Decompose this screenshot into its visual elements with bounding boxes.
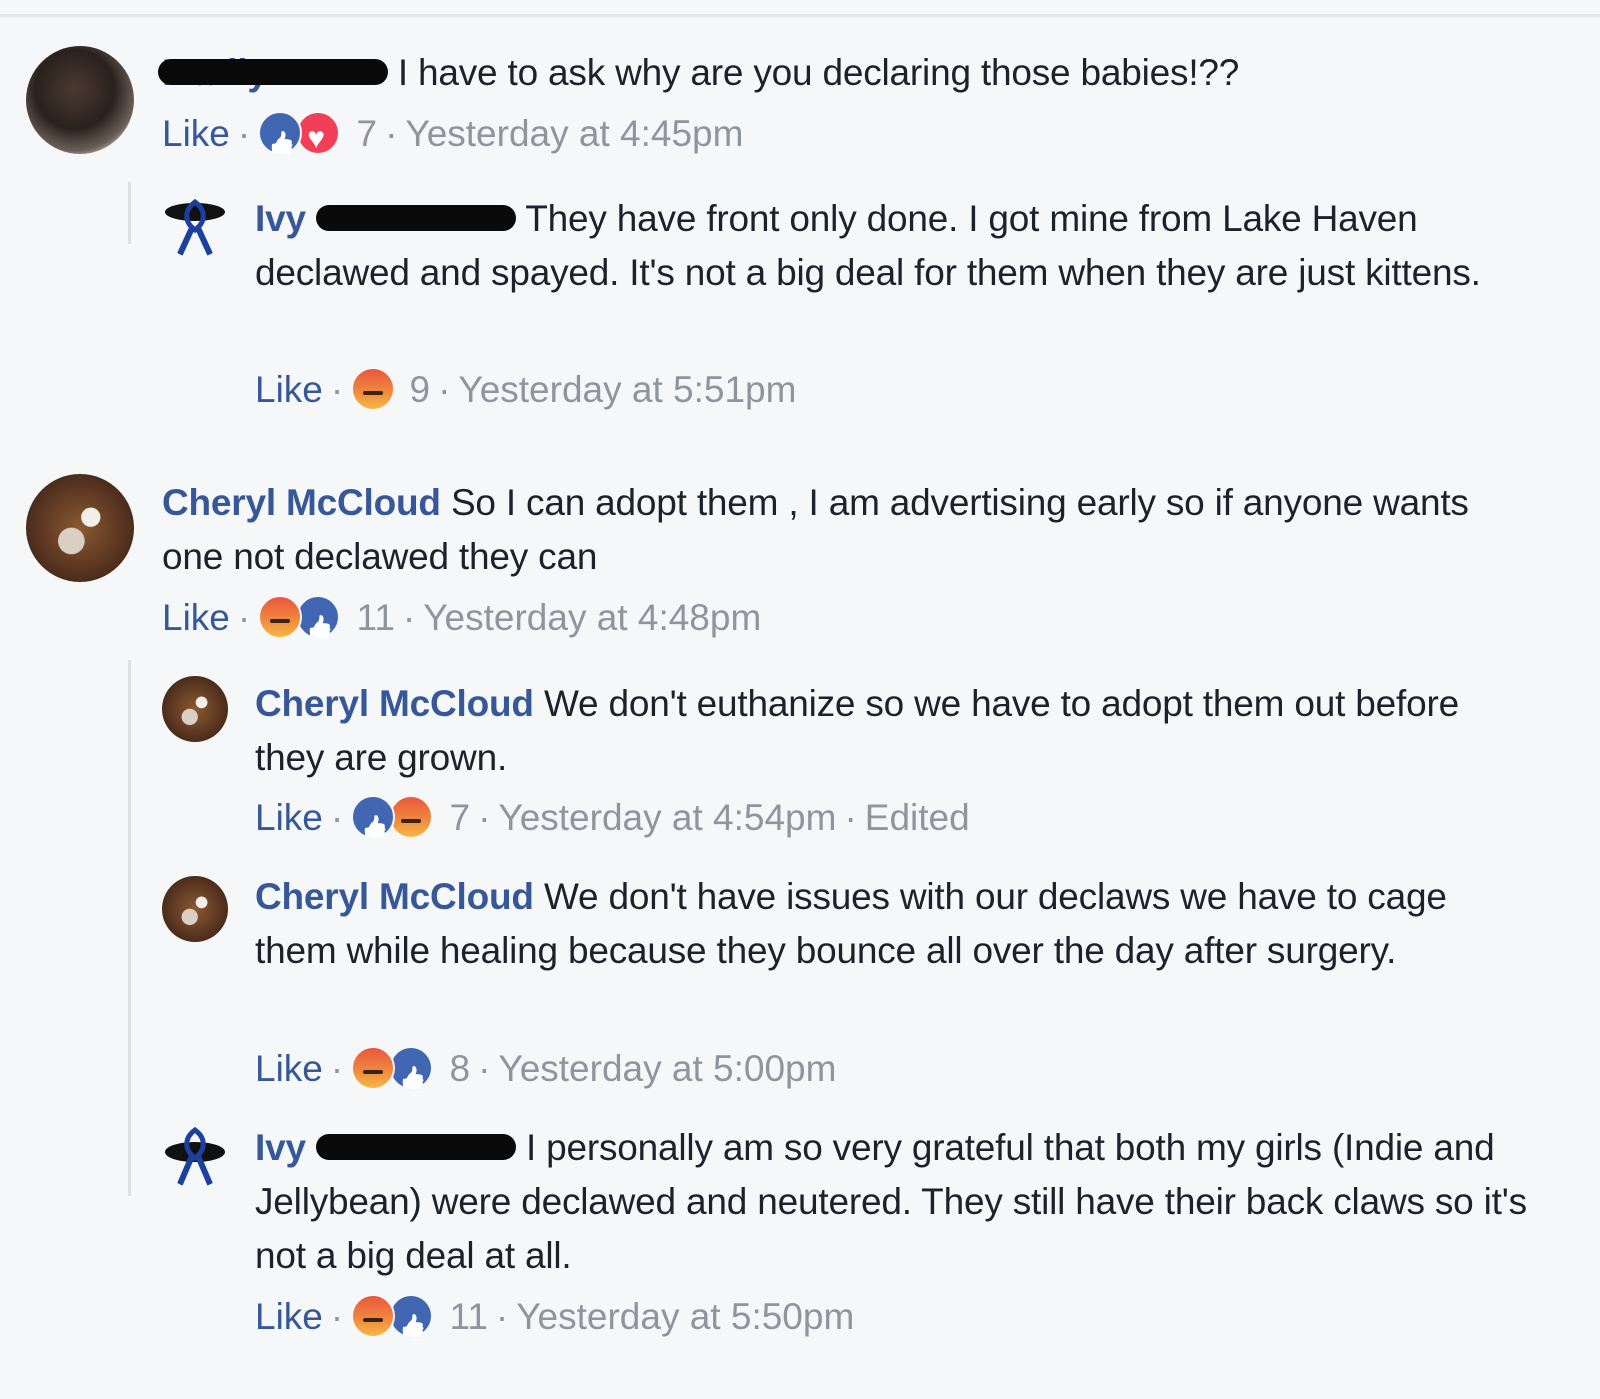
separator-dot: · <box>844 797 857 838</box>
reaction-count[interactable]: 7 <box>357 113 378 154</box>
reaction-summary[interactable] <box>351 1294 435 1339</box>
reply-thread-line <box>128 660 131 1196</box>
comment-actions: Like· 11·Yesterday at 4:48pm <box>162 594 761 642</box>
timestamp[interactable]: Yesterday at 5:50pm <box>516 1296 854 1337</box>
ribbon-icon <box>165 1126 225 1187</box>
timestamp[interactable]: Yesterday at 4:54pm <box>498 797 836 838</box>
like-reaction-icon <box>389 1294 434 1339</box>
avatar[interactable] <box>26 474 134 582</box>
redacted-surname <box>157 59 388 86</box>
like-reaction-icon <box>296 595 341 640</box>
timestamp[interactable]: Yesterday at 5:51pm <box>458 369 796 410</box>
like-link[interactable]: Like <box>162 113 230 154</box>
separator-dot: · <box>385 113 398 154</box>
like-link[interactable]: Like <box>255 369 323 410</box>
comment-text: I have to ask why are you declaring thos… <box>397 52 1240 93</box>
commenter-name[interactable]: Cheryl McCloud <box>255 683 534 724</box>
reaction-count[interactable]: 11 <box>450 1296 488 1337</box>
like-link[interactable]: Like <box>162 597 230 638</box>
love-reaction-icon <box>296 111 341 163</box>
separator-dot: · <box>330 1296 344 1337</box>
separator-dot: · <box>237 597 251 638</box>
separator-dot: · <box>478 1048 491 1089</box>
commenter-name[interactable]: Cheryl McCloud <box>255 876 534 917</box>
comment-actions: Like· 11·Yesterday at 5:50pm <box>255 1293 854 1341</box>
reaction-summary[interactable] <box>351 795 435 840</box>
reaction-count[interactable]: 11 <box>357 597 395 638</box>
ribbon-icon <box>165 198 225 257</box>
redacted-surname <box>315 1134 516 1161</box>
separator-dot: · <box>438 369 451 410</box>
angry-reaction-icon <box>389 795 434 840</box>
comment-body: Cheryl McCloud So I can adopt them , I a… <box>162 476 1522 584</box>
separator-dot: · <box>237 113 251 154</box>
separator-dot: · <box>330 797 344 838</box>
avatar[interactable] <box>162 192 228 258</box>
comment-body: Cheryl McCloud We don't euthanize so we … <box>255 677 1515 785</box>
reaction-count[interactable]: 9 <box>410 369 431 410</box>
reaction-summary[interactable] <box>351 367 396 412</box>
angry-reaction-icon <box>351 1294 396 1339</box>
avatar[interactable] <box>162 1122 228 1188</box>
comment-actions: Like· 7·Yesterday at 4:45pm <box>162 110 743 163</box>
redacted-surname <box>315 205 516 232</box>
top-divider <box>0 14 1600 17</box>
angry-reaction-icon <box>258 595 303 640</box>
separator-dot: · <box>330 369 344 410</box>
timestamp[interactable]: Yesterday at 5:00pm <box>498 1048 836 1089</box>
like-reaction-icon <box>258 111 303 156</box>
comment-actions: Like· 7·Yesterday at 4:54pm·Edited <box>255 794 970 842</box>
angry-reaction-icon <box>351 1046 396 1091</box>
separator-dot: · <box>478 797 491 838</box>
avatar[interactable] <box>26 46 134 154</box>
commenter-name[interactable]: Cheryl McCloud <box>162 482 441 523</box>
comment-actions: Like · 9 · Yesterday at 5:51pm <box>255 366 796 414</box>
like-link[interactable]: Like <box>255 1296 323 1337</box>
separator-dot: · <box>495 1296 509 1337</box>
comment-body: Cheryl McCloud We don't have issues with… <box>255 870 1525 978</box>
angry-reaction-icon <box>351 367 396 412</box>
avatar[interactable] <box>162 876 228 942</box>
like-reaction-icon <box>389 1046 434 1091</box>
like-reaction-icon <box>351 795 396 840</box>
reaction-summary[interactable] <box>351 1046 435 1091</box>
comment-body: Ivy I personally am so very grateful tha… <box>255 1121 1545 1283</box>
comment-actions: Like· 8·Yesterday at 5:00pm <box>255 1045 836 1093</box>
comment-body: Marily I have to ask why are you declari… <box>157 46 1562 100</box>
reaction-summary[interactable] <box>258 111 342 163</box>
reply-thread-line <box>128 182 131 244</box>
like-link[interactable]: Like <box>255 797 323 838</box>
separator-dot: · <box>402 597 416 638</box>
reaction-count[interactable]: 8 <box>450 1048 471 1089</box>
avatar[interactable] <box>162 676 228 742</box>
separator-dot: · <box>330 1048 344 1089</box>
reaction-summary[interactable] <box>258 595 342 640</box>
commenter-name[interactable]: Ivy <box>255 1127 306 1168</box>
comment-body: Ivy They have front only done. I got min… <box>255 192 1545 300</box>
like-link[interactable]: Like <box>255 1048 323 1089</box>
timestamp[interactable]: Yesterday at 4:45pm <box>405 113 743 154</box>
edited-label[interactable]: Edited <box>865 797 970 838</box>
commenter-name[interactable]: Ivy <box>255 198 306 239</box>
timestamp[interactable]: Yesterday at 4:48pm <box>423 597 761 638</box>
reaction-count[interactable]: 7 <box>450 797 471 838</box>
